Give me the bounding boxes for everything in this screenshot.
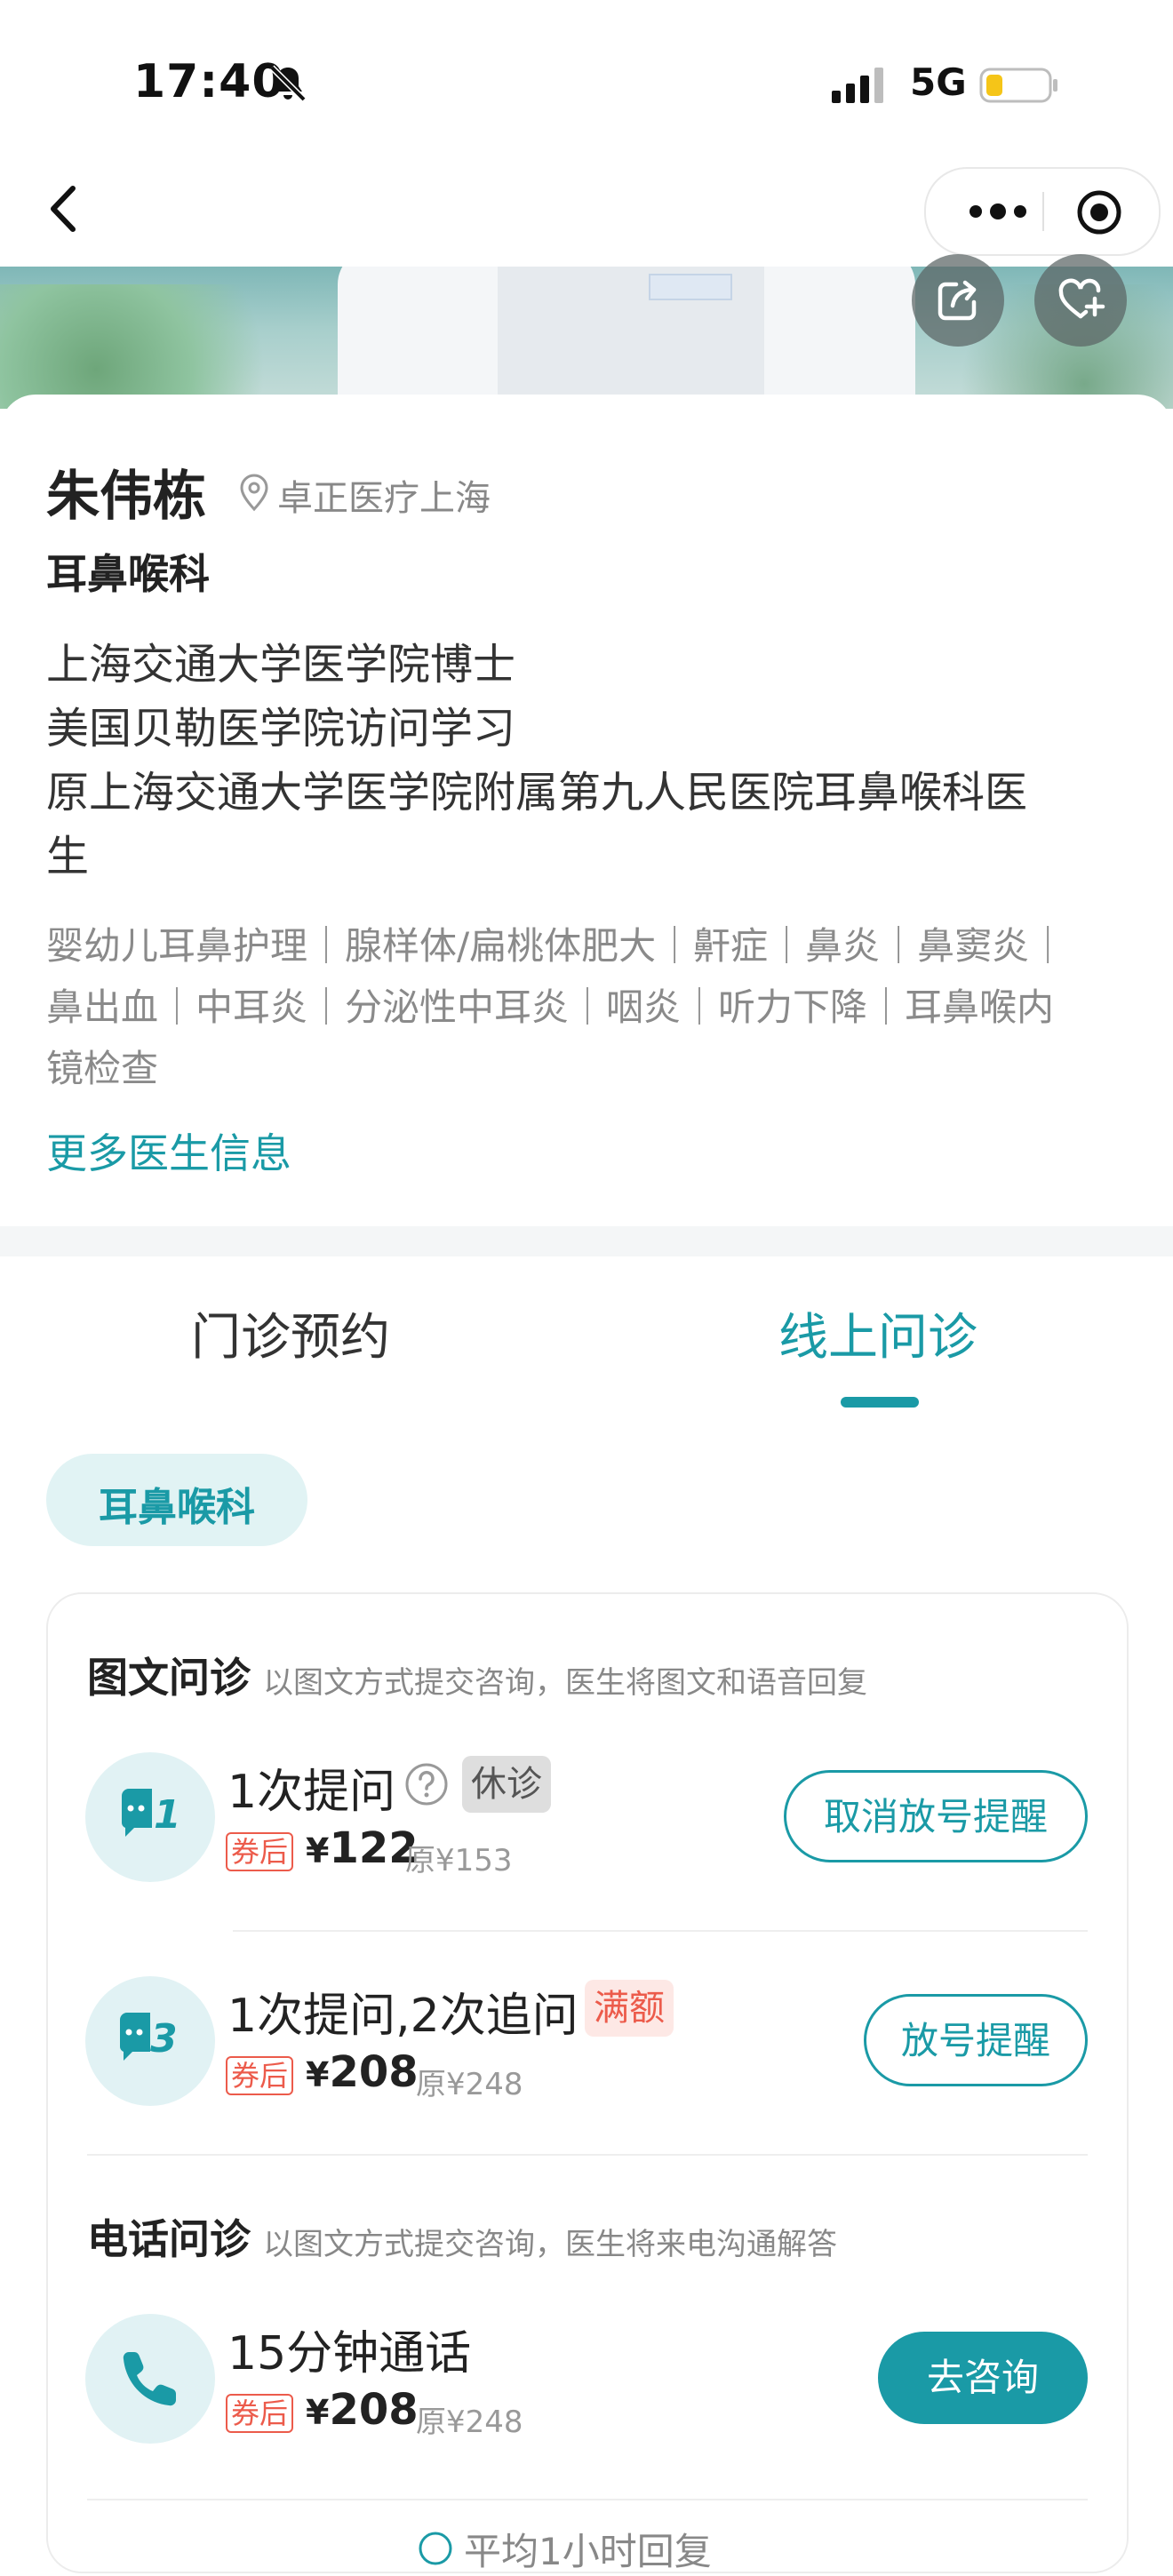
reply-time-hint: 平均1小时回复 [464, 2530, 712, 2573]
item-divider [233, 1930, 1088, 1932]
doctor-name: 朱伟栋 [46, 466, 206, 528]
network-type: 5G [910, 60, 967, 104]
go-consult-button[interactable]: 去咨询 [878, 2332, 1088, 2424]
service-name: 15分钟通话 [227, 2327, 472, 2381]
svg-text:1: 1 [154, 1792, 181, 1838]
phone-icon [123, 2352, 176, 2406]
service-icon-wrap [85, 2314, 215, 2444]
tag-line: 婴幼儿耳鼻护理｜腺样体/扁桃体肥大｜鼾症｜鼻炎｜鼻窦炎｜ [46, 924, 1067, 968]
section-divider [0, 1226, 1173, 1256]
bio-line: 美国贝勒医学院访问学习 [46, 704, 516, 754]
bio-line: 上海交通大学医学院博士 [46, 640, 516, 690]
price: ¥208 [306, 2385, 419, 2435]
service-name: 1次提问 [227, 1766, 396, 1819]
share-icon [938, 280, 977, 321]
heart-plus-icon [1058, 278, 1105, 319]
bio-line: 生 [46, 832, 90, 881]
phone-consult-title: 电话问诊 [87, 2215, 251, 2263]
bell-muted-icon [269, 65, 307, 102]
chat-bubble-1-icon: 1 [121, 1789, 181, 1838]
tag-line: 鼻出血｜中耳炎｜分泌性中耳炎｜咽炎｜听力下降｜耳鼻喉内 [46, 985, 1055, 1029]
location-pin-icon [240, 474, 268, 512]
release-reminder-button[interactable]: 放号提醒 [864, 1994, 1088, 2086]
back-button[interactable] [39, 178, 92, 240]
bio-line: 原上海交通大学医学院附属第九人民医院耳鼻喉科医 [46, 768, 1028, 817]
battery-icon [979, 68, 1057, 103]
doctor-location: 卓正医疗上海 [277, 478, 491, 519]
doctor-department: 耳鼻喉科 [46, 550, 210, 598]
text-consult-desc: 以图文方式提交咨询，医生将图文和语音回复 [263, 1665, 867, 1701]
original-price: 原¥153 [405, 1843, 513, 1878]
status-badge: 满额 [585, 1980, 674, 2037]
help-icon[interactable] [403, 1761, 450, 1807]
signal-icon [832, 68, 883, 103]
svg-text:3: 3 [150, 2016, 178, 2062]
service-name: 1次提问,2次追问 [227, 1990, 579, 2043]
department-filter-chip[interactable]: 耳鼻喉科 [46, 1454, 307, 1546]
more-doctor-info-link[interactable]: 更多医生信息 [46, 1121, 291, 1180]
miniapp-capsule [924, 167, 1161, 256]
status-badge: 休诊 [462, 1756, 551, 1813]
share-button[interactable] [912, 254, 1004, 347]
coupon-tag: 券后 [226, 2394, 294, 2433]
coupon-tag: 券后 [226, 2056, 294, 2095]
status-time: 17:40 [133, 55, 285, 108]
service-icon-wrap: 3 [85, 1976, 215, 2106]
price: ¥208 [306, 2047, 419, 2097]
active-tab-indicator [841, 1397, 919, 1408]
phone-consult-desc: 以图文方式提交咨询，医生将来电沟通解答 [263, 2227, 837, 2262]
capsule-divider [1042, 192, 1044, 231]
coupon-tag: 券后 [226, 1832, 294, 1871]
clock-icon [419, 2532, 452, 2565]
original-price: 原¥248 [416, 2067, 523, 2102]
department-chip-label: 耳鼻喉科 [99, 1485, 255, 1530]
tag-line: 镜检查 [46, 1047, 159, 1090]
tab-offline-appointment[interactable]: 门诊预约 [191, 1297, 390, 1369]
original-price: 原¥248 [416, 2405, 523, 2440]
section-divider [87, 2499, 1088, 2500]
price: ¥122 [306, 1823, 419, 1873]
text-consult-title: 图文问诊 [87, 1654, 251, 1702]
section-divider [87, 2154, 1088, 2156]
tab-online-consult[interactable]: 线上问诊 [778, 1297, 978, 1369]
favorite-button[interactable] [1034, 254, 1127, 347]
chat-bubble-3-icon: 3 [119, 2013, 178, 2062]
doctor-bio: 上海交通大学医学院博士 美国贝勒医学院访问学习 原上海交通大学医学院附属第九人民… [46, 633, 1113, 889]
close-miniapp-icon[interactable] [1075, 188, 1123, 236]
cancel-release-reminder-button[interactable]: 取消放号提醒 [784, 1770, 1088, 1862]
specialty-tags: 婴幼儿耳鼻护理｜腺样体/扁桃体肥大｜鼾症｜鼻炎｜鼻窦炎｜ 鼻出血｜中耳炎｜分泌性… [46, 915, 1139, 1099]
service-icon-wrap: 1 [85, 1752, 215, 1882]
more-menu-icon[interactable] [958, 192, 1038, 231]
